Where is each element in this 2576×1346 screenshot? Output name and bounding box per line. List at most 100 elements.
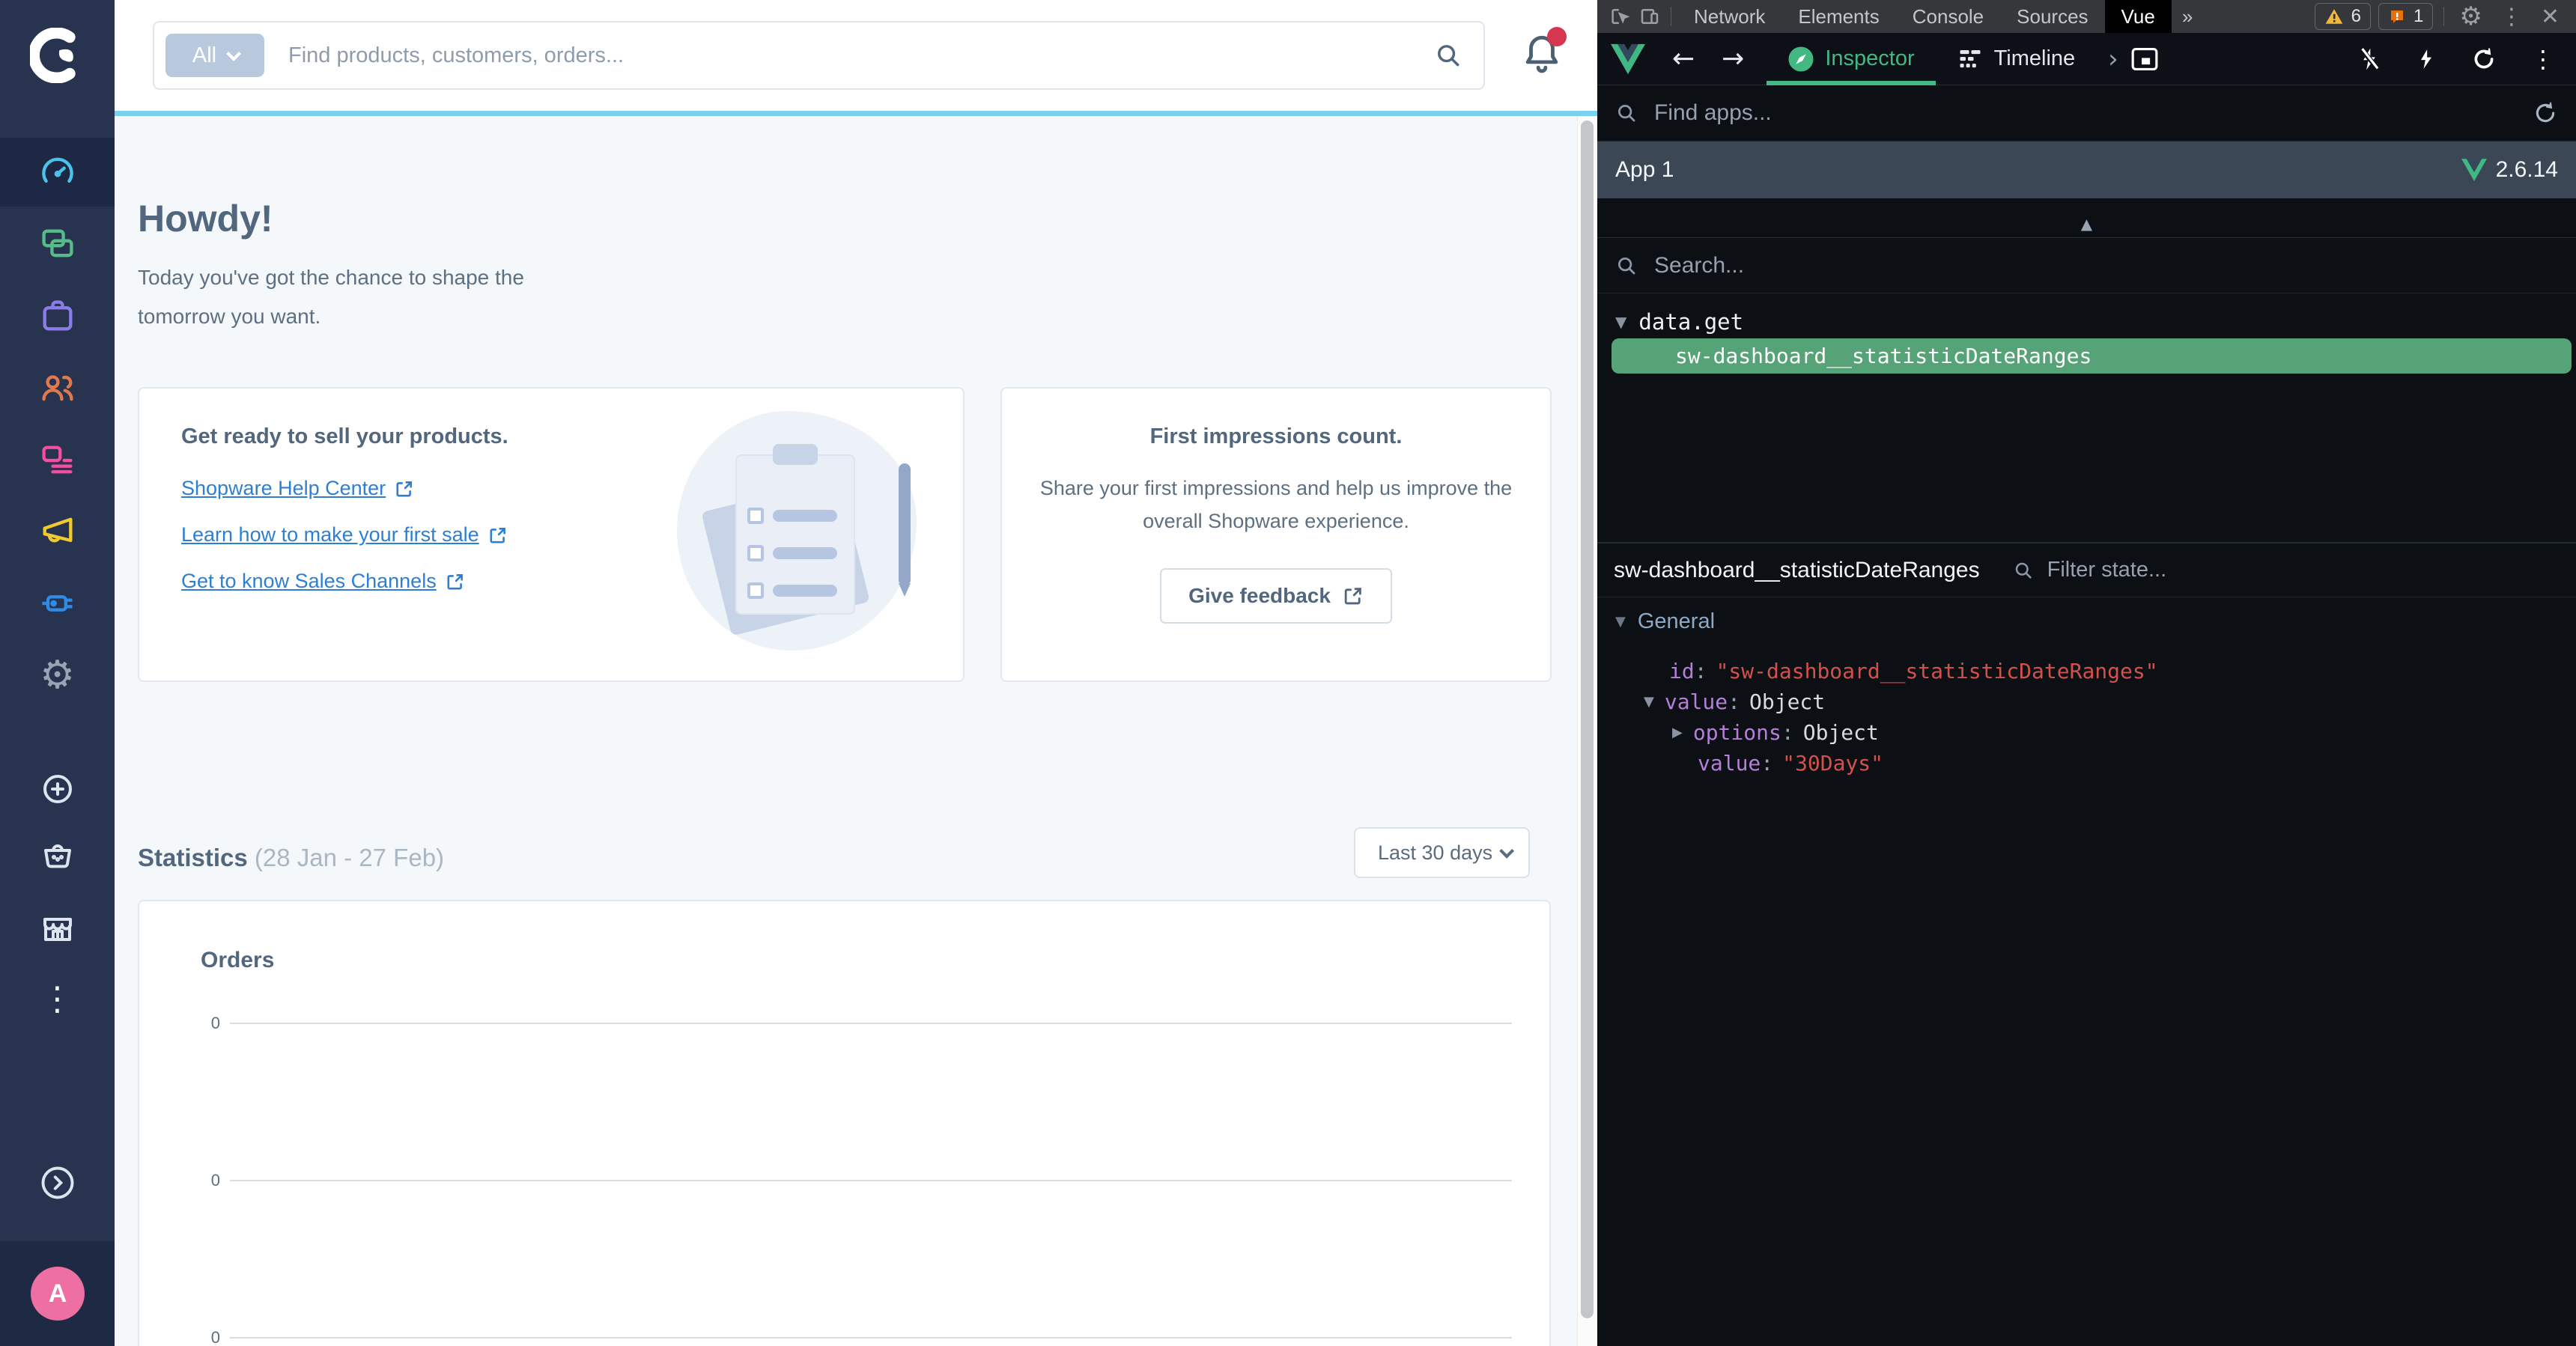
device-toolbar-button[interactable] (1635, 0, 1665, 33)
orders-chart-card: Orders 0 0 0 (138, 900, 1551, 1346)
warnings-badge[interactable]: 6 (2314, 3, 2372, 30)
devtools-settings-button[interactable]: ⚙ (2450, 1, 2491, 31)
link-first-sale[interactable]: Learn how to make your first sale (181, 523, 508, 546)
link-first-sale-label[interactable]: Learn how to make your first sale (181, 523, 479, 546)
events-off-icon[interactable] (2357, 46, 2381, 72)
statistics-title: Statistics (138, 844, 248, 871)
sidebar-item-dashboard[interactable] (0, 138, 115, 207)
devtools-tab-sources[interactable]: Sources (2000, 0, 2104, 33)
give-feedback-button[interactable]: Give feedback (1160, 568, 1392, 624)
find-apps-input[interactable] (1654, 100, 2533, 126)
dashboard-icon (41, 157, 73, 183)
y-tick-label: 0 (210, 1014, 220, 1032)
component-search-input[interactable] (1654, 252, 2558, 278)
state-separator: : (1694, 659, 1707, 683)
sidebar-item-add[interactable] (0, 756, 115, 822)
vue-version: 2.6.14 (2495, 157, 2558, 182)
shopware-logo[interactable] (0, 0, 115, 111)
state-row-value[interactable]: ▼ value: Object (1644, 686, 1825, 717)
devtools-tab-elements[interactable]: Elements (1781, 0, 1895, 33)
global-search[interactable]: All (153, 21, 1485, 90)
history-back-button[interactable]: ← (1672, 33, 1695, 85)
devtools-close-button[interactable]: ✕ (2532, 4, 2569, 30)
search-icon (1618, 257, 1635, 274)
settings-gear-icon: ⚙ (40, 653, 75, 698)
state-value: "30Days" (1782, 751, 1884, 776)
sidebar-item-orders[interactable] (0, 281, 115, 350)
global-search-input[interactable] (288, 43, 1434, 68)
state-row-value-30days[interactable]: value: "30Days" (1698, 748, 1883, 779)
link-sales-channels[interactable]: Get to know Sales Channels (181, 570, 465, 593)
filter-state-input[interactable] (2047, 558, 2560, 582)
reload-apps-icon[interactable] (2533, 100, 2558, 126)
sidebar-item-marketing[interactable] (0, 497, 115, 566)
tree-item-selected[interactable]: sw-dashboard__statisticDateRanges (1611, 338, 2572, 374)
refresh-icon[interactable] (2471, 46, 2497, 72)
scrollbar-thumb[interactable] (1581, 121, 1594, 1318)
caret-down-icon[interactable]: ▼ (1615, 614, 1626, 630)
events-icon[interactable] (2416, 46, 2437, 72)
tree-item-label: sw-dashboard__statisticDateRanges (1675, 344, 2092, 368)
feedback-body-line1: Share your first impressions and help us… (1039, 477, 1513, 499)
history-forward-button[interactable]: → (1722, 33, 1744, 85)
devtools-chrome-bar: Network Elements Console Sources Vue » 6… (1597, 0, 2576, 33)
tab-timeline-label: Timeline (1993, 46, 2076, 70)
extensions-icon (41, 595, 72, 612)
sidebar-item-basket[interactable] (0, 822, 115, 888)
devtools-menu-button[interactable]: ⋮ (2491, 4, 2532, 30)
link-help-center-label[interactable]: Shopware Help Center (181, 477, 386, 500)
sidebar-item-more[interactable]: ⋮ (0, 966, 115, 1032)
app-row[interactable]: App 1 2.6.14 (1597, 141, 2576, 198)
sidebar-item-content[interactable] (0, 425, 115, 494)
notification-bell[interactable] (1520, 27, 1567, 81)
tree-group-data-get[interactable]: ▼ data.get (1597, 305, 2576, 338)
storefront-icon (43, 918, 72, 941)
sidebar-item-customers[interactable] (0, 353, 115, 422)
devtools-tab-network[interactable]: Network (1677, 0, 1781, 33)
search-icon[interactable] (1434, 41, 1462, 70)
tree-group-label: data.get (1638, 309, 1744, 335)
caret-right-icon[interactable]: ▶ (1672, 725, 1683, 740)
tab-inspector[interactable]: Inspector (1767, 33, 1936, 85)
link-help-center[interactable]: Shopware Help Center (181, 477, 414, 500)
state-value: Object (1749, 689, 1826, 714)
popout-window-icon[interactable] (2130, 46, 2159, 72)
state-separator: : (1781, 720, 1794, 745)
feedback-card: First impressions count. Share your firs… (1000, 387, 1552, 682)
feedback-card-title: First impressions count. (1149, 424, 1403, 448)
sidebar-expand-button[interactable] (0, 1150, 115, 1216)
warning-triangle-icon (2325, 9, 2343, 24)
tab-timeline[interactable]: Timeline (1936, 33, 2097, 85)
admin-topbar: All (115, 0, 1597, 111)
sidebar-item-extensions[interactable] (0, 569, 115, 638)
chevron-down-icon (1499, 843, 1515, 859)
inspect-element-button[interactable] (1605, 0, 1635, 33)
sidebar-item-storefront[interactable] (0, 895, 115, 961)
devtools-tab-vue[interactable]: Vue (2104, 0, 2172, 33)
state-key: options (1692, 720, 1781, 745)
issues-badge[interactable]: 1 (2378, 3, 2434, 30)
shopware-logo-icon (29, 28, 76, 83)
vue-menu-button[interactable]: ⋮ (2531, 45, 2555, 73)
topbar-accent-line (115, 111, 1597, 116)
scroll-up-icon[interactable]: ▲ (2081, 215, 2092, 237)
marketing-icon (43, 517, 72, 543)
sidebar-item-settings[interactable]: ⚙ (0, 641, 115, 710)
tree-scroll-strip: ▲ (1597, 198, 2576, 238)
sidebar-item-catalogues[interactable] (0, 210, 115, 278)
date-range-select[interactable]: Last 30 days (1354, 827, 1530, 878)
state-section-general[interactable]: ▼ General (1615, 609, 1715, 634)
search-scope-chip[interactable]: All (165, 34, 264, 77)
statistics-date-range: (28 Jan - 27 Feb) (254, 844, 445, 871)
state-row-options[interactable]: ▶ options: Object (1672, 717, 1879, 748)
user-avatar[interactable]: A (31, 1267, 85, 1321)
chevron-right-icon: › (2108, 43, 2118, 74)
more-tabs-button[interactable]: » (2172, 5, 2203, 28)
caret-down-icon[interactable]: ▼ (1615, 313, 1626, 331)
inspector-compass-icon (1788, 46, 1814, 71)
caret-down-icon[interactable]: ▼ (1644, 694, 1654, 710)
devtools-tab-console[interactable]: Console (1896, 0, 2000, 33)
link-sales-channels-label[interactable]: Get to know Sales Channels (181, 570, 437, 593)
device-toolbar-icon (1641, 9, 1659, 24)
state-row-id[interactable]: id: "sw-dashboard__statisticDateRanges" (1669, 656, 2158, 686)
